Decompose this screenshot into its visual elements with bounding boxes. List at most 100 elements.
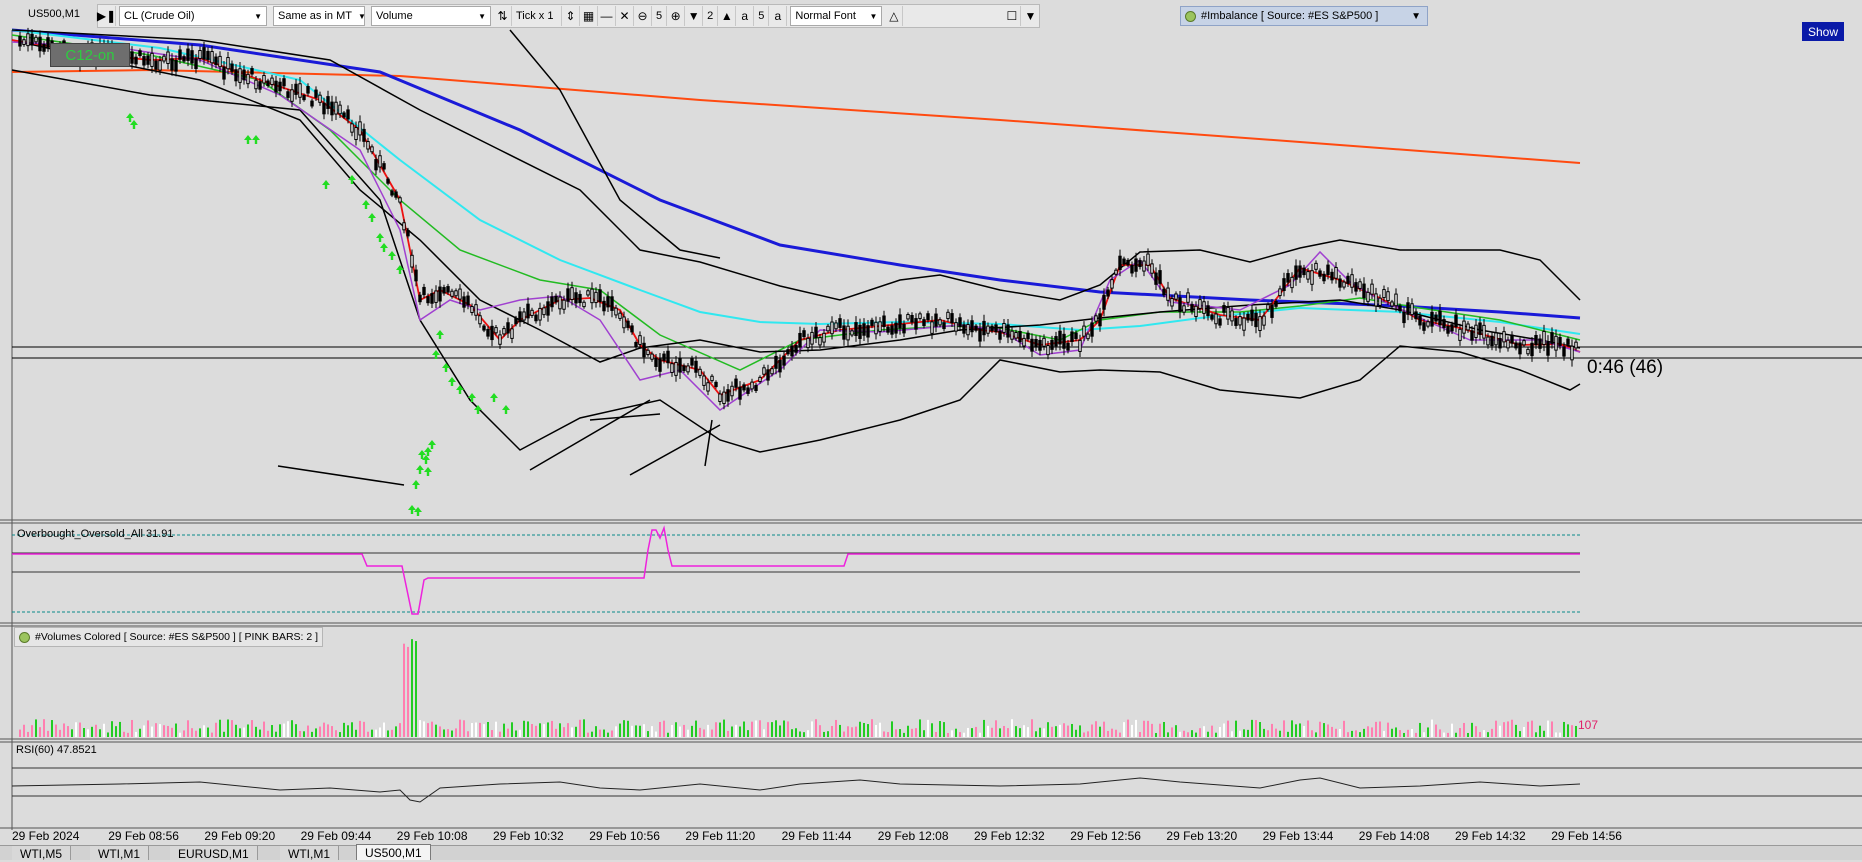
candle-body	[258, 81, 262, 90]
checkbox-icon[interactable]: ☐	[1003, 6, 1022, 26]
volume-bar	[603, 729, 605, 737]
volume-bar	[367, 731, 369, 737]
volume-bar	[1031, 719, 1033, 737]
candle-body	[354, 127, 358, 141]
candle-body	[938, 319, 942, 326]
chevron-down-icon[interactable]: ▼	[1411, 11, 1421, 22]
timescale-select[interactable]: Same as in MT ▼	[273, 6, 366, 26]
candle-body	[1358, 281, 1362, 289]
up-circle-icon[interactable]: ▲	[718, 6, 737, 26]
candle-body	[246, 73, 250, 85]
tab-wti-m1[interactable]: WTI,M1	[90, 846, 149, 861]
volume-bar	[663, 720, 665, 737]
volume-bar	[43, 719, 45, 737]
candle-body	[142, 56, 146, 66]
c12-badge[interactable]: C12-on	[50, 43, 130, 67]
candle-body	[1158, 270, 1162, 284]
split-icon[interactable]: ⇕	[562, 6, 580, 26]
font-size-icon[interactable]: a	[736, 6, 755, 26]
tab-eurusd-m1[interactable]: EURUSD,M1	[170, 846, 258, 861]
candle-body	[214, 56, 218, 65]
volumes-indicator-label[interactable]: #Volumes Colored [ Source: #ES S&P500 ] …	[14, 627, 324, 647]
candle-body	[798, 332, 802, 348]
candle-body	[530, 309, 534, 316]
candle-body	[1002, 322, 1006, 333]
volume-bar	[1483, 730, 1485, 737]
candle-body	[1330, 271, 1334, 281]
volume-bar	[1239, 730, 1241, 737]
imbalance-indicator[interactable]: #Imbalance [ Source: #ES S&P500 ] ▼	[1180, 6, 1428, 26]
volume-bar	[963, 732, 965, 737]
candle-body	[1318, 270, 1322, 277]
candle-body	[1014, 331, 1018, 339]
down-circle-icon[interactable]: ▼	[685, 6, 704, 26]
volume-bar	[571, 727, 573, 737]
volume-bar	[651, 726, 653, 737]
font-icon[interactable]: a	[769, 6, 788, 26]
volume-bar	[307, 725, 309, 737]
volume-bar	[1551, 721, 1553, 737]
candle-body	[434, 290, 438, 303]
volume-bar	[1479, 732, 1481, 737]
candle-body	[1010, 330, 1014, 340]
candle-body	[178, 49, 182, 60]
candle-body	[894, 322, 898, 334]
stepper3-value[interactable]: 5	[754, 6, 770, 26]
volume-bar	[1191, 730, 1193, 737]
volume-bar	[327, 724, 329, 737]
gear-icon[interactable]	[1185, 10, 1196, 22]
tick-scale-icon[interactable]: ⇅	[494, 6, 512, 26]
symbol-select[interactable]: CL (Crude Oil) ▼	[119, 6, 267, 26]
volume-bar	[471, 723, 473, 737]
close-icon[interactable]: ✕	[616, 6, 634, 26]
candle-body	[794, 344, 798, 353]
font-select[interactable]: Normal Font ▼	[790, 6, 883, 26]
volume-bar	[1319, 721, 1321, 737]
volume-bar	[843, 731, 845, 737]
volume-bar	[771, 722, 773, 737]
volume-bar	[1139, 732, 1141, 737]
candle-body	[834, 322, 838, 330]
volume-bar	[1447, 732, 1449, 737]
minus-circle-icon[interactable]: ⊖	[634, 6, 652, 26]
volume-bar	[1291, 720, 1293, 737]
candle-body	[150, 52, 154, 67]
volume-bar	[1355, 730, 1357, 737]
volume-bar	[723, 719, 725, 737]
candle-body	[1426, 321, 1430, 327]
volume-bar	[1171, 727, 1173, 737]
chart-type-select[interactable]: Volume ▼	[371, 6, 491, 26]
tab-wti-m5[interactable]: WTI,M5	[12, 846, 71, 861]
stepper2-value[interactable]: 2	[703, 6, 719, 26]
volume-bar	[271, 725, 273, 737]
volume-bar	[1167, 732, 1169, 737]
play-icon[interactable]: ▶❚	[97, 6, 116, 26]
candle-body	[626, 320, 630, 328]
candle-body	[1234, 318, 1238, 326]
stepper1-value[interactable]: 5	[652, 6, 668, 26]
gear-icon[interactable]	[19, 631, 30, 643]
volume-bar	[47, 730, 49, 737]
line-icon[interactable]: —	[598, 6, 616, 26]
candle-body	[934, 313, 938, 327]
candle-body	[466, 295, 470, 306]
candle-body	[1058, 330, 1062, 345]
show-button[interactable]: Show	[1802, 22, 1844, 41]
triangle-icon[interactable]: △	[885, 6, 904, 26]
bars-icon[interactable]: ▦	[580, 6, 598, 26]
chevron-down-icon[interactable]: ▼	[1021, 6, 1039, 26]
volume-bar	[1539, 725, 1541, 737]
candle-body	[622, 316, 626, 329]
tab-wti-m1[interactable]: WTI,M1	[280, 846, 339, 861]
candle-body	[238, 68, 242, 83]
candle-body	[1306, 271, 1310, 280]
candle-body	[18, 35, 22, 47]
candle-body	[790, 345, 794, 357]
chart-type-select-value: Volume	[376, 10, 413, 22]
tab-us500-m1[interactable]: US500,M1	[356, 844, 431, 860]
candle-body	[1186, 292, 1190, 303]
plus-circle-icon[interactable]: ⊕	[667, 6, 686, 26]
volume-bar	[1399, 730, 1401, 737]
candle-body	[818, 337, 822, 346]
volume-bar	[831, 726, 833, 737]
